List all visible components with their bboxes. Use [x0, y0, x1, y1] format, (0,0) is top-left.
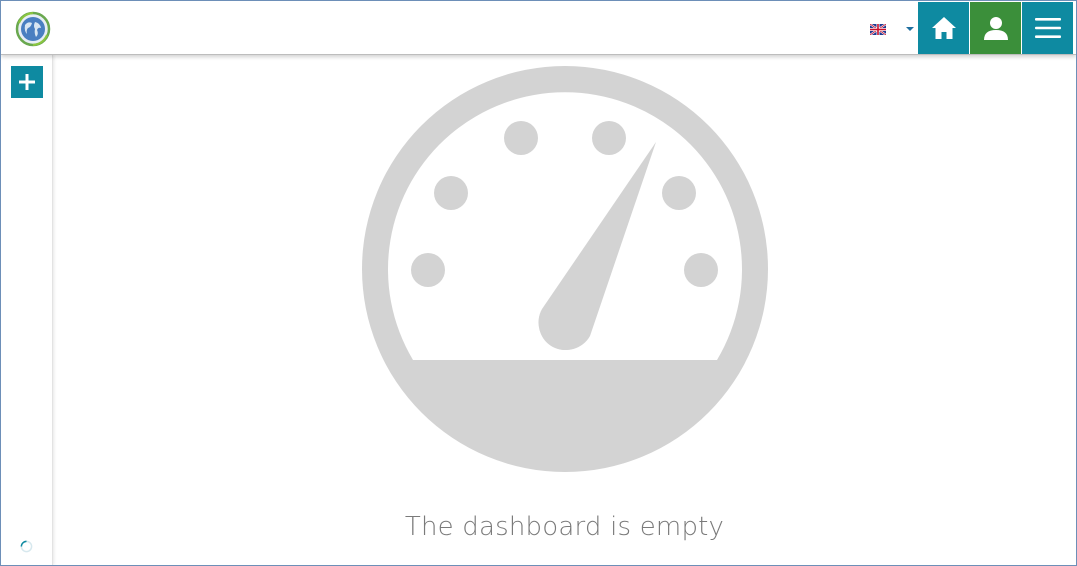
caret-down-icon [906, 27, 914, 31]
left-sidebar [1, 55, 53, 565]
hamburger-menu-icon [1034, 18, 1061, 38]
top-navbar [1, 1, 1076, 55]
user-button[interactable] [970, 2, 1021, 54]
dashboard-area: The dashboard is empty [53, 55, 1076, 565]
uk-flag-icon [870, 24, 886, 35]
home-icon [931, 17, 956, 39]
spinner-icon [20, 540, 33, 553]
globe-logo-icon[interactable] [15, 11, 51, 47]
plus-icon [19, 74, 35, 90]
language-selector[interactable] [863, 15, 915, 43]
add-widget-button[interactable] [11, 66, 43, 98]
dashboard-gauge-icon [362, 66, 768, 472]
home-button[interactable] [918, 2, 969, 54]
empty-dashboard-message: The dashboard is empty [404, 512, 725, 542]
main-menu-button[interactable] [1022, 2, 1073, 54]
app-window: The dashboard is empty [0, 0, 1077, 566]
user-icon [983, 17, 1008, 40]
